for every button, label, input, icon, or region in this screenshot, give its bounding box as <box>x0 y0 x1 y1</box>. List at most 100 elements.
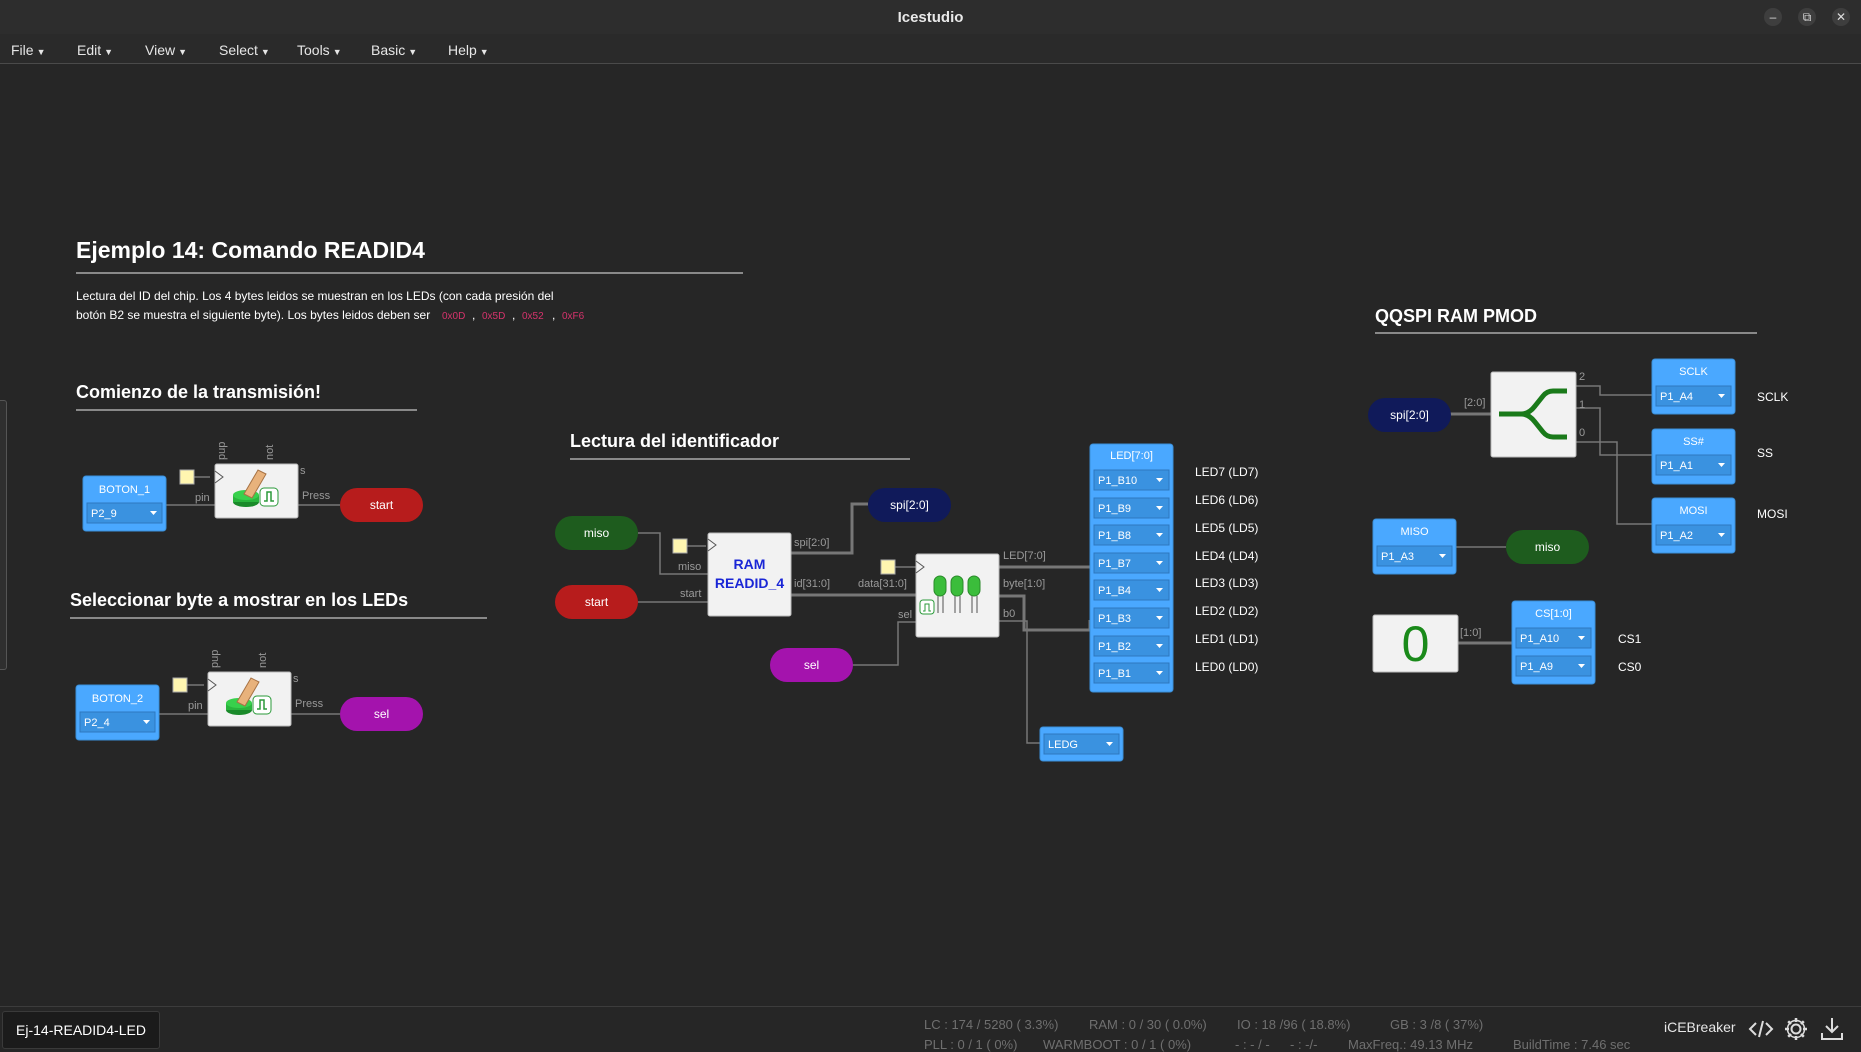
port-label: pup <box>216 442 228 460</box>
block-label: LED[7:0] <box>1110 450 1153 462</box>
signal-name: MOSI <box>1757 507 1788 521</box>
label-miso-in[interactable]: miso <box>555 516 638 550</box>
port-label: 2 <box>1579 371 1585 383</box>
input-boton-2[interactable]: BOTON_2 P2_4 <box>75 684 160 741</box>
output-ledg[interactable]: LEDG <box>1039 726 1124 762</box>
label-text: miso <box>584 526 610 540</box>
stat-dash2: - : -/- <box>1290 1037 1318 1052</box>
port-label: 0 <box>1579 427 1585 439</box>
led-name: LED3 (LD3) <box>1195 576 1258 590</box>
signal-name: CS1 <box>1618 632 1642 646</box>
led-name: LED4 (LD4) <box>1195 549 1258 563</box>
port-label: miso <box>678 561 701 573</box>
title-bar: Icestudio – ⧉ ✕ <box>0 0 1861 34</box>
stat-warmboot: WARMBOOT : 0 / 1 ( 0%) <box>1043 1037 1192 1052</box>
project-tab[interactable]: Ej-14-READID4-LED <box>2 1011 160 1049</box>
label-spi-in[interactable]: spi[2:0] <box>1368 398 1451 432</box>
signal-name: CS0 <box>1618 660 1642 674</box>
label-text: start <box>585 595 609 609</box>
block-label: MISO <box>1400 526 1429 538</box>
menu-tools[interactable]: Tools ▼ <box>297 42 342 58</box>
menu-view[interactable]: View ▼ <box>145 42 187 58</box>
circuit-canvas[interactable]: Ejemplo 14: Comando READID4 Lectura del … <box>0 64 1861 1006</box>
constant-value: 0 <box>1402 616 1430 672</box>
led-name: LED2 (LD2) <box>1195 604 1258 618</box>
code-value: 0xF6 <box>562 311 585 322</box>
menu-help[interactable]: Help ▼ <box>448 42 489 58</box>
port-label: not <box>257 653 269 668</box>
label-miso-out[interactable]: miso <box>1506 530 1589 564</box>
app-title: Icestudio <box>897 9 964 26</box>
pin-value: P1_A3 <box>1381 551 1414 563</box>
config-square[interactable] <box>172 677 188 693</box>
wire <box>1576 385 1652 396</box>
led-name: LED5 (LD5) <box>1195 521 1258 535</box>
led-name: LED6 (LD6) <box>1195 493 1258 507</box>
cs-signal-names: CS1 CS0 <box>1618 632 1642 674</box>
stat-lc: LC : 174 / 5280 ( 3.3%) <box>924 1017 1059 1032</box>
led-name: LED1 (LD1) <box>1195 632 1258 646</box>
label-spi-out[interactable]: spi[2:0] <box>868 488 951 522</box>
minimize-icon[interactable]: – <box>1764 8 1782 26</box>
config-square[interactable] <box>179 469 195 485</box>
pin-value: P1_B3 <box>1098 613 1131 625</box>
code-separator: , <box>472 308 475 322</box>
code-value: 0x0D <box>442 311 465 322</box>
section-seleccionar: Seleccionar byte a mostrar en los LEDs <box>70 590 408 610</box>
label-text: sel <box>804 658 819 672</box>
button-block-1[interactable]: pup not s pin Press <box>179 442 331 519</box>
stat-gb: GB : 3 /8 ( 37%) <box>1390 1017 1484 1032</box>
pin-value: P1_A9 <box>1520 661 1553 673</box>
led-names: LED7 (LD7) LED6 (LD6) LED5 (LD5) LED4 (L… <box>1195 465 1258 674</box>
block-label: CS[1:0] <box>1535 608 1572 620</box>
block-label: SCLK <box>1679 366 1708 378</box>
label-start-in[interactable]: start <box>555 585 638 619</box>
menu-basic[interactable]: Basic ▼ <box>371 42 417 58</box>
code-value: 0x52 <box>522 311 544 322</box>
code-icon[interactable] <box>1747 1015 1775 1043</box>
label-text: spi[2:0] <box>1390 408 1429 422</box>
output-sclk[interactable]: SCLK P1_A4 <box>1651 358 1736 415</box>
signal-name: SS <box>1757 446 1773 460</box>
block-label: BOTON_1 <box>99 484 150 496</box>
port-label: Press <box>302 490 331 502</box>
input-miso[interactable]: MISO P1_A3 <box>1372 518 1457 575</box>
port-label: [2:0] <box>1464 397 1485 409</box>
pin-value: P1_B2 <box>1098 641 1131 653</box>
input-boton-1[interactable]: BOTON_1 P2_9 <box>82 475 167 532</box>
pin-value: P1_A4 <box>1660 391 1693 403</box>
main-title: Ejemplo 14: Comando READID4 <box>76 237 425 263</box>
output-led-bus[interactable]: LED[7:0] P1_B10 P1_B9 P1_B8 P1_B7 P1_B4 … <box>1089 443 1174 693</box>
label-sel-out[interactable]: sel <box>340 697 423 731</box>
block-title: RAM <box>734 556 766 572</box>
close-icon[interactable]: ✕ <box>1832 8 1850 26</box>
code-value: 0x5D <box>482 311 505 322</box>
menu-select[interactable]: Select ▼ <box>219 42 270 58</box>
config-square[interactable] <box>880 559 896 575</box>
download-icon[interactable] <box>1818 1015 1846 1043</box>
pin-value: P1_B7 <box>1098 558 1131 570</box>
config-square[interactable] <box>672 538 688 554</box>
stat-io: IO : 18 /96 ( 18.8%) <box>1237 1017 1351 1032</box>
pin-value: LEDG <box>1048 739 1078 751</box>
port-label: id[31:0] <box>794 578 830 590</box>
output-ss[interactable]: SS# P1_A1 <box>1651 428 1736 485</box>
port-label: pin <box>188 700 203 712</box>
pin-value: P1_A1 <box>1660 460 1693 472</box>
label-start-out[interactable]: start <box>340 488 423 522</box>
signal-name: SCLK <box>1757 390 1788 404</box>
led-name: LED0 (LD0) <box>1195 660 1258 674</box>
output-cs[interactable]: CS[1:0] P1_A10 P1_A9 <box>1511 600 1596 685</box>
port-label: s <box>293 673 299 685</box>
board-name[interactable]: iCEBreaker <box>1664 1019 1736 1035</box>
maximize-icon[interactable]: ⧉ <box>1798 8 1816 26</box>
label-text: start <box>370 498 394 512</box>
label-sel-in[interactable]: sel <box>770 648 853 682</box>
menu-file[interactable]: File ▼ <box>11 42 45 58</box>
pin-value: P1_A10 <box>1520 633 1559 645</box>
menu-edit[interactable]: Edit ▼ <box>77 42 113 58</box>
output-mosi[interactable]: MOSI P1_A2 <box>1651 497 1736 554</box>
gear-icon[interactable] <box>1782 1015 1810 1043</box>
port-label: spi[2:0] <box>794 537 829 549</box>
label-text: spi[2:0] <box>890 498 929 512</box>
